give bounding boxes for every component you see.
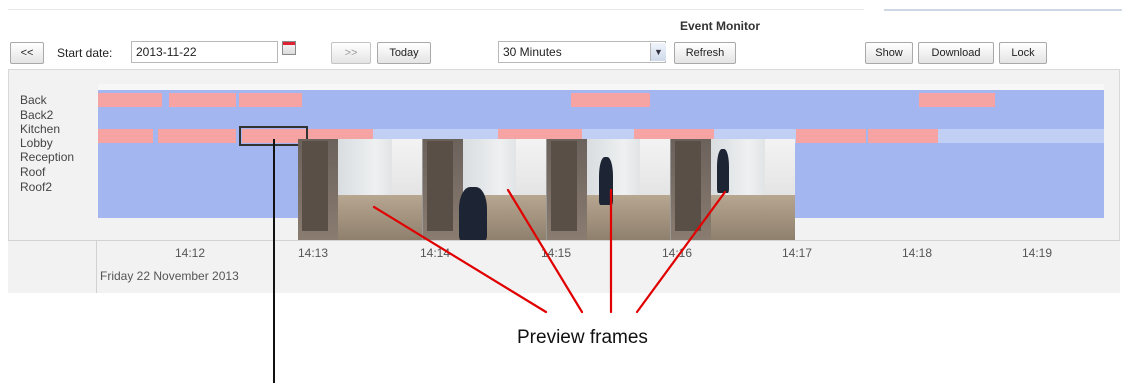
- preview-frames-annotation: Preview frames: [517, 327, 648, 348]
- annotation-line: [635, 190, 727, 314]
- annotation-line: [506, 188, 584, 314]
- annotation-line: [372, 205, 548, 314]
- annotation-arrows: [273, 139, 727, 383]
